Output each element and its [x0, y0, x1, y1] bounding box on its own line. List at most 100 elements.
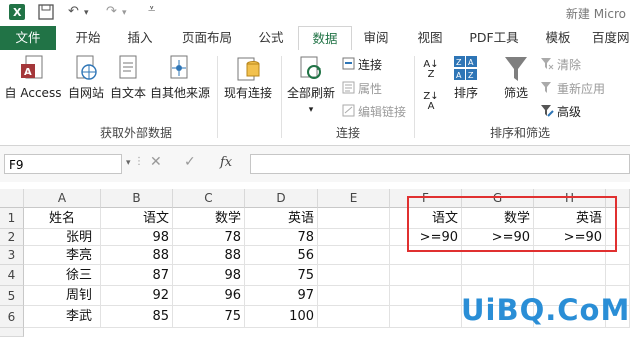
cell-A1[interactable]: 姓名	[24, 208, 101, 229]
row-header[interactable]: 2	[0, 229, 24, 246]
cell-B3[interactable]: 88	[101, 246, 173, 265]
cell-E5[interactable]	[318, 286, 390, 306]
cell-E4[interactable]	[318, 265, 390, 286]
redo-dropdown-icon[interactable]: ▾	[122, 8, 127, 18]
edit-links-button[interactable]: 编辑链接	[342, 103, 406, 120]
refresh-dropdown-icon[interactable]: ▾	[309, 105, 314, 115]
row-header[interactable]: 1	[0, 208, 24, 229]
formula-bar-grip-icon: ⋮	[134, 156, 144, 167]
tab-home[interactable]: 开始	[64, 26, 112, 50]
row-header[interactable]: 4	[0, 265, 24, 286]
cell-D4[interactable]: 75	[245, 265, 318, 286]
cell-A3[interactable]: 李亮	[24, 246, 101, 265]
existing-connections-icon	[235, 54, 261, 84]
formula-bar: F9 ▾ ⋮ ✕ ✓ fx	[0, 146, 630, 182]
connections-button[interactable]: 连接	[342, 56, 382, 73]
formula-input[interactable]	[250, 154, 630, 174]
cell-B6[interactable]: 85	[101, 306, 173, 328]
cell-F5[interactable]	[390, 286, 462, 306]
redo-icon[interactable]: ↷	[106, 4, 117, 19]
tab-templates[interactable]: 模板	[538, 26, 578, 50]
tab-baidu[interactable]: 百度网	[592, 26, 630, 50]
name-box[interactable]: F9	[4, 154, 122, 174]
cell-G4[interactable]	[462, 265, 534, 286]
cell-C3[interactable]: 88	[173, 246, 245, 265]
column-header[interactable]: C	[173, 189, 245, 208]
cell-F4[interactable]	[390, 265, 462, 286]
excel-logo-icon: X	[8, 3, 26, 25]
insert-function-button[interactable]: fx	[220, 155, 232, 170]
cell-C2[interactable]: 78	[173, 229, 245, 246]
tab-view[interactable]: 视图	[410, 26, 450, 50]
undo-dropdown-icon[interactable]: ▾	[84, 8, 89, 18]
clear-filter-button[interactable]: 清除	[540, 56, 581, 73]
reapply-icon	[540, 81, 554, 97]
cell-D3[interactable]: 56	[245, 246, 318, 265]
web-globe-icon	[73, 54, 99, 84]
from-other-sources-button[interactable]: 自其他来源	[148, 54, 212, 101]
cell-C6[interactable]: 75	[173, 306, 245, 328]
cell-A6[interactable]: 李武	[24, 306, 101, 328]
cell-C1[interactable]: 数学	[173, 208, 245, 229]
properties-button[interactable]: 属性	[342, 80, 382, 97]
refresh-all-button[interactable]: 全部刷新 ▾	[284, 54, 338, 115]
cell-A5[interactable]: 周钊	[24, 286, 101, 306]
cell-D6[interactable]: 100	[245, 306, 318, 328]
cell-E1[interactable]	[318, 208, 390, 229]
cell-F6[interactable]	[390, 306, 462, 328]
cell-H4[interactable]	[534, 265, 606, 286]
sort-descending-button[interactable]: Z↓ A	[420, 92, 442, 112]
tab-formulas[interactable]: 公式	[248, 26, 294, 50]
cell-D1[interactable]: 英语	[245, 208, 318, 229]
tab-page-layout[interactable]: 页面布局	[172, 26, 242, 50]
column-header[interactable]: B	[101, 189, 173, 208]
properties-icon	[342, 81, 355, 97]
sort-ascending-button[interactable]: A↓ Z	[420, 60, 442, 80]
save-icon[interactable]	[38, 4, 54, 24]
criteria-highlight-box	[407, 196, 617, 252]
column-header[interactable]: E	[318, 189, 390, 208]
row-header[interactable]: 5	[0, 286, 24, 306]
undo-icon[interactable]: ↶	[68, 4, 79, 19]
cell-D2[interactable]: 78	[245, 229, 318, 246]
row-header[interactable]: 3	[0, 246, 24, 265]
tab-data[interactable]: 数据	[298, 26, 352, 52]
cell-C4[interactable]: 98	[173, 265, 245, 286]
tab-file[interactable]: 文件	[0, 26, 56, 50]
cell-B2[interactable]: 98	[101, 229, 173, 246]
tab-insert[interactable]: 插入	[116, 26, 164, 50]
column-header[interactable]: A	[24, 189, 101, 208]
name-box-dropdown-icon[interactable]: ▾	[126, 158, 131, 168]
from-text-button[interactable]: 自文本	[106, 54, 150, 101]
reapply-button[interactable]: 重新应用	[540, 80, 605, 97]
advanced-filter-button[interactable]: 高级	[540, 103, 581, 120]
cell-E3[interactable]	[318, 246, 390, 265]
customize-qat-icon[interactable]: ⩡	[148, 2, 155, 17]
filter-button[interactable]: 筛选	[496, 54, 536, 101]
cell-D5[interactable]: 97	[245, 286, 318, 306]
cell-E6[interactable]	[318, 306, 390, 328]
cell-B5[interactable]: 92	[101, 286, 173, 306]
cell-A4[interactable]: 徐三	[24, 265, 101, 286]
tab-review[interactable]: 审阅	[356, 26, 396, 50]
cell-A2[interactable]: 张明	[24, 229, 101, 246]
from-web-button[interactable]: 自网站	[64, 54, 108, 101]
group-separator	[414, 56, 415, 138]
existing-connections-button[interactable]: 现有连接	[220, 54, 276, 101]
cell-C5[interactable]: 96	[173, 286, 245, 306]
cell-I4[interactable]	[606, 265, 630, 286]
row-header[interactable]: 6	[0, 306, 24, 328]
sort-button[interactable]: ZAAZ 排序	[448, 54, 484, 101]
from-access-button[interactable]: A 自 Access	[2, 54, 64, 101]
row-header[interactable]	[0, 328, 24, 337]
column-header[interactable]: D	[245, 189, 318, 208]
cancel-icon[interactable]: ✕	[150, 154, 162, 170]
tab-pdf-tools[interactable]: PDF工具	[464, 26, 524, 50]
cell-B4[interactable]: 87	[101, 265, 173, 286]
enter-check-icon[interactable]: ✓	[184, 154, 196, 170]
select-all-corner[interactable]	[0, 189, 24, 208]
group-separator	[281, 56, 282, 138]
cell-E2[interactable]	[318, 229, 390, 246]
cell-B1[interactable]: 语文	[101, 208, 173, 229]
group-label-get-external: 获取外部数据	[100, 126, 173, 140]
